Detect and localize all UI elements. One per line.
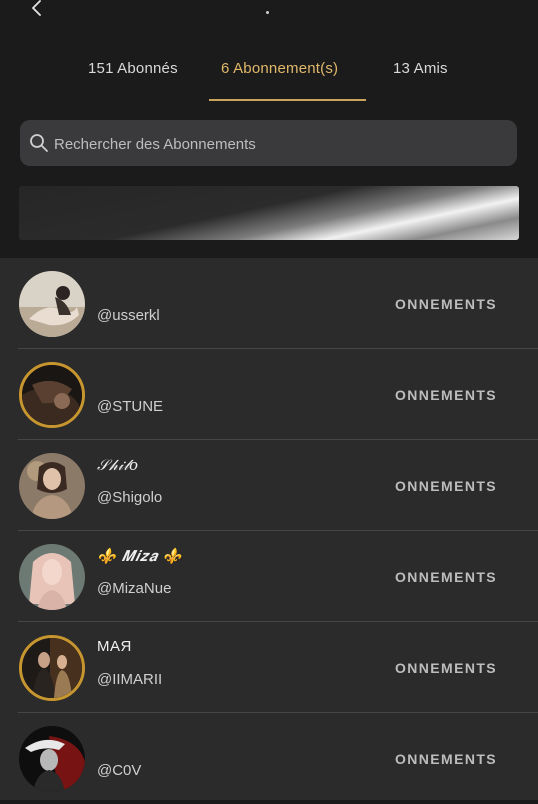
list-item[interactable]: @STUNE ONNEMENTS <box>0 349 538 440</box>
tab-subscriptions[interactable]: 6 Abonnement(s) <box>221 60 338 77</box>
avatar <box>19 635 85 701</box>
display-name: 𝒮𝒽𝒾𝓁𝑜 <box>97 456 139 474</box>
avatar <box>19 544 85 610</box>
username: @MizaNue <box>97 580 172 597</box>
avatar <box>19 271 85 337</box>
header-area: 151 Abonnés 6 Abonnement(s) 13 Amis <box>0 0 538 258</box>
subscriptions-action[interactable]: ONNEMENTS <box>395 387 497 403</box>
avatar <box>19 726 85 792</box>
list-item[interactable]: ⚜️ 𝑴𝒊𝒛𝒂 ⚜️ @MizaNue ONNEMENTS <box>0 531 538 622</box>
subscriptions-list: @usserkl ONNEMENTS @STUNE ONNEMENTS 𝒮𝒽𝒾𝓁… <box>0 258 538 800</box>
username: @IIMARII <box>97 671 163 688</box>
title-dot <box>266 11 269 14</box>
subscriptions-action[interactable]: ONNEMENTS <box>395 478 497 494</box>
subscriptions-action[interactable]: ONNEMENTS <box>395 751 497 767</box>
chevron-left-icon <box>32 0 41 16</box>
tab-bar: 151 Abonnés 6 Abonnement(s) 13 Amis <box>0 48 538 102</box>
avatar <box>19 453 85 519</box>
tab-friends[interactable]: 13 Amis <box>393 60 448 77</box>
banner-image <box>19 186 519 240</box>
list-item[interactable]: @C0V ONNEMENTS <box>0 713 538 804</box>
list-item[interactable]: МАЯ @IIMARII ONNEMENTS <box>0 622 538 713</box>
subscriptions-action[interactable]: ONNEMENTS <box>395 569 497 585</box>
display-name: ⚜️ 𝑴𝒊𝒛𝒂 ⚜️ <box>97 547 182 565</box>
avatar <box>19 362 85 428</box>
username: @Shigolo <box>97 489 163 506</box>
search-bar[interactable] <box>20 120 517 168</box>
username: @usserkl <box>97 307 160 324</box>
search-input[interactable] <box>52 120 506 168</box>
back-button[interactable] <box>26 0 48 20</box>
list-item[interactable]: 𝒮𝒽𝒾𝓁𝑜 @Shigolo ONNEMENTS <box>0 440 538 531</box>
subscriptions-action[interactable]: ONNEMENTS <box>395 296 497 312</box>
active-tab-indicator <box>209 99 366 101</box>
list-item[interactable]: @usserkl ONNEMENTS <box>0 258 538 349</box>
search-icon <box>30 134 48 152</box>
subscriptions-action[interactable]: ONNEMENTS <box>395 660 497 676</box>
tab-followers[interactable]: 151 Abonnés <box>88 60 178 77</box>
username: @STUNE <box>97 398 164 415</box>
display-name: МАЯ <box>97 638 132 655</box>
username: @C0V <box>97 762 142 779</box>
